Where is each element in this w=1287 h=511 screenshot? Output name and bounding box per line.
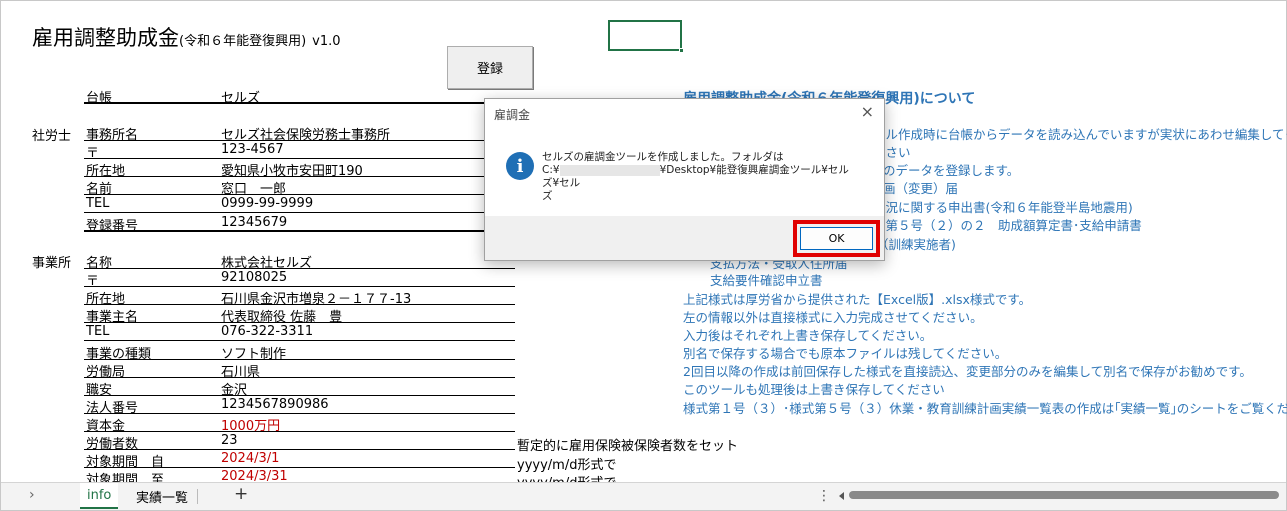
sharoushi-value[interactable]: 123-4567 bbox=[221, 142, 284, 157]
sheet-title: 雇用調整助成金(令和６年能登復興用) v1.0 bbox=[32, 22, 341, 52]
jigyousho-row: 事業主名 代表取締役 佐藤 豊 bbox=[84, 305, 515, 325]
jigyousho-key: TEL bbox=[86, 324, 110, 340]
fill-handle[interactable] bbox=[679, 48, 684, 53]
sharoushi-row: 事務所名 セルズ社会保険労務士事務所 bbox=[84, 123, 515, 143]
jigyousho-row: 労働局 石川県 bbox=[84, 360, 515, 380]
jigyousho-value[interactable]: 1234567890986 bbox=[221, 397, 329, 412]
horizontal-scrollbar[interactable] bbox=[849, 491, 1279, 499]
info-line: のデータを登録します。 bbox=[883, 163, 1020, 178]
jigyousho-row: 資本金 1000万円 bbox=[84, 414, 515, 434]
info-line: 状況に関する申出書(令和６年能登半島地震用) bbox=[873, 200, 1133, 215]
path-start: C:¥ bbox=[542, 164, 560, 176]
info-line: このツールも処理後は上書き保存してください bbox=[683, 382, 945, 397]
jigyousho-row: 事業の種類 ソフト制作 bbox=[84, 342, 515, 362]
more-options-icon[interactable]: ⋮ bbox=[817, 488, 831, 504]
info-line: （訓練実施者) bbox=[876, 237, 956, 252]
jigyousho-row: 職安 金沢 bbox=[84, 378, 515, 398]
jigyousho-value[interactable]: 076-322-3311 bbox=[221, 324, 313, 339]
sheet-tab-bar: › info 実績一覧 + ⋮ bbox=[1, 482, 1286, 510]
version-label: v1.0 bbox=[312, 34, 341, 49]
info-line: 左の情報以外は直接様式に入力完成させてください。 bbox=[683, 310, 983, 325]
message-dialog: 雇調金 × i セルズの雇調金ツールを作成しました。フォルダは C:¥ ¥Desk… bbox=[484, 98, 885, 261]
info-line: 様式第１号（３）･様式第５号（３）休業・教育訓練計画実績一覧表の作成は｢実績一覧… bbox=[683, 401, 1287, 416]
jigyousho-row: 対象期間 自 2024/3/1 bbox=[84, 450, 515, 470]
tab-scroll-right-icon[interactable]: › bbox=[29, 487, 35, 503]
info-line: 入力後はそれぞれ上書き保存してください。 bbox=[683, 328, 933, 343]
sharoushi-row: 所在地 愛知県小牧市安田町190 bbox=[84, 159, 515, 179]
jigyousho-value[interactable]: 23 bbox=[221, 433, 238, 448]
dialog-message-path: C:¥ ¥Desktop¥能登復興雇調金ツール¥セルズ¥セル bbox=[542, 164, 858, 190]
tab-jisseki-ichiran[interactable]: 実績一覧 bbox=[129, 483, 195, 509]
info-line: イル作成時に台帳からデータを読み込んでいますが実状にあわせ編集してください bbox=[873, 127, 1287, 142]
title-sub: (令和６年能登復興用) bbox=[179, 34, 307, 49]
sharoushi-value[interactable]: 12345679 bbox=[221, 215, 287, 230]
info-line: 特第５号（２）の２ 助成額算定書･支給申請書 bbox=[873, 218, 1142, 233]
tab-info[interactable]: info bbox=[80, 483, 119, 509]
title-main: 雇用調整助成金 bbox=[32, 26, 179, 50]
scroll-left-icon[interactable] bbox=[839, 492, 844, 500]
jigyousho-row: TEL 076-322-3311 bbox=[84, 323, 515, 342]
tab-separator bbox=[197, 489, 198, 504]
jigyousho-row: 所在地 石川県金沢市増泉２－１７７-13 bbox=[84, 287, 515, 307]
add-sheet-button[interactable]: + bbox=[234, 484, 248, 504]
sharoushi-row: 名前 窓口 一郎 bbox=[84, 177, 515, 197]
info-line: 別名で保存する場合でも原本ファイルは残してください。 bbox=[683, 346, 1008, 361]
dialog-message: セルズの雇調金ツールを作成しました。フォルダは C:¥ ¥Desktop¥能登復興… bbox=[542, 151, 858, 203]
section-label-sharoushi: 社労士 bbox=[32, 129, 72, 144]
jigyousho-row: 労働者数 23 bbox=[84, 432, 515, 452]
info-line: 支給要件確認申立書 bbox=[710, 273, 823, 288]
sharoushi-row: 登録番号 12345679 bbox=[84, 214, 515, 234]
jigyousho-row: 法人番号 1234567890986 bbox=[84, 396, 515, 416]
jigyousho-row: 〒 92108025 bbox=[84, 269, 515, 289]
sharoushi-key: TEL bbox=[86, 196, 110, 212]
sharoushi-row: TEL 0999-99-9999 bbox=[84, 195, 515, 214]
dialog-message-line1: セルズの雇調金ツールを作成しました。フォルダは bbox=[542, 151, 784, 163]
sharoushi-key: 登録番号 bbox=[86, 218, 139, 234]
jigyousho-value[interactable]: 92108025 bbox=[221, 270, 287, 285]
jigyousho-value[interactable]: 2024/3/1 bbox=[221, 451, 279, 466]
selected-cell[interactable] bbox=[608, 20, 684, 53]
info-line: 上記様式は厚労省から提供された【Excel版】.xlsx様式です。 bbox=[683, 292, 1032, 307]
note-workers: 暫定的に雇用保険被保険者数をセット bbox=[517, 439, 739, 454]
sharoushi-row: 〒 123-4567 bbox=[84, 141, 515, 161]
ok-button[interactable]: OK bbox=[800, 227, 873, 250]
info-line: 2回目以降の作成は前回保存した様式を直接読込、変更部分のみを編集して別名で保存が… bbox=[683, 364, 1252, 379]
jigyousho-row: 名称 株式会社セルズ bbox=[84, 251, 515, 271]
redacted-block bbox=[559, 164, 660, 176]
ok-highlight-box: OK bbox=[793, 220, 880, 257]
ledger-value: セルズ bbox=[221, 91, 261, 106]
info-icon: i bbox=[506, 152, 534, 180]
note-date-from: yyyy/m/d形式で bbox=[517, 458, 617, 473]
section-label-jigyousho: 事業所 bbox=[32, 256, 72, 271]
register-button[interactable]: 登録 bbox=[447, 46, 533, 89]
dialog-message-line3: ズ bbox=[542, 190, 553, 202]
ledger-label: 台帳 bbox=[86, 91, 113, 106]
info-line: 画（変更）届 bbox=[883, 181, 959, 196]
close-icon[interactable]: × bbox=[861, 102, 874, 121]
dialog-title: 雇調金 bbox=[494, 108, 531, 122]
sharoushi-value[interactable]: 0999-99-9999 bbox=[221, 196, 313, 211]
ledger-header-row: 台帳 セルズ bbox=[84, 86, 515, 106]
